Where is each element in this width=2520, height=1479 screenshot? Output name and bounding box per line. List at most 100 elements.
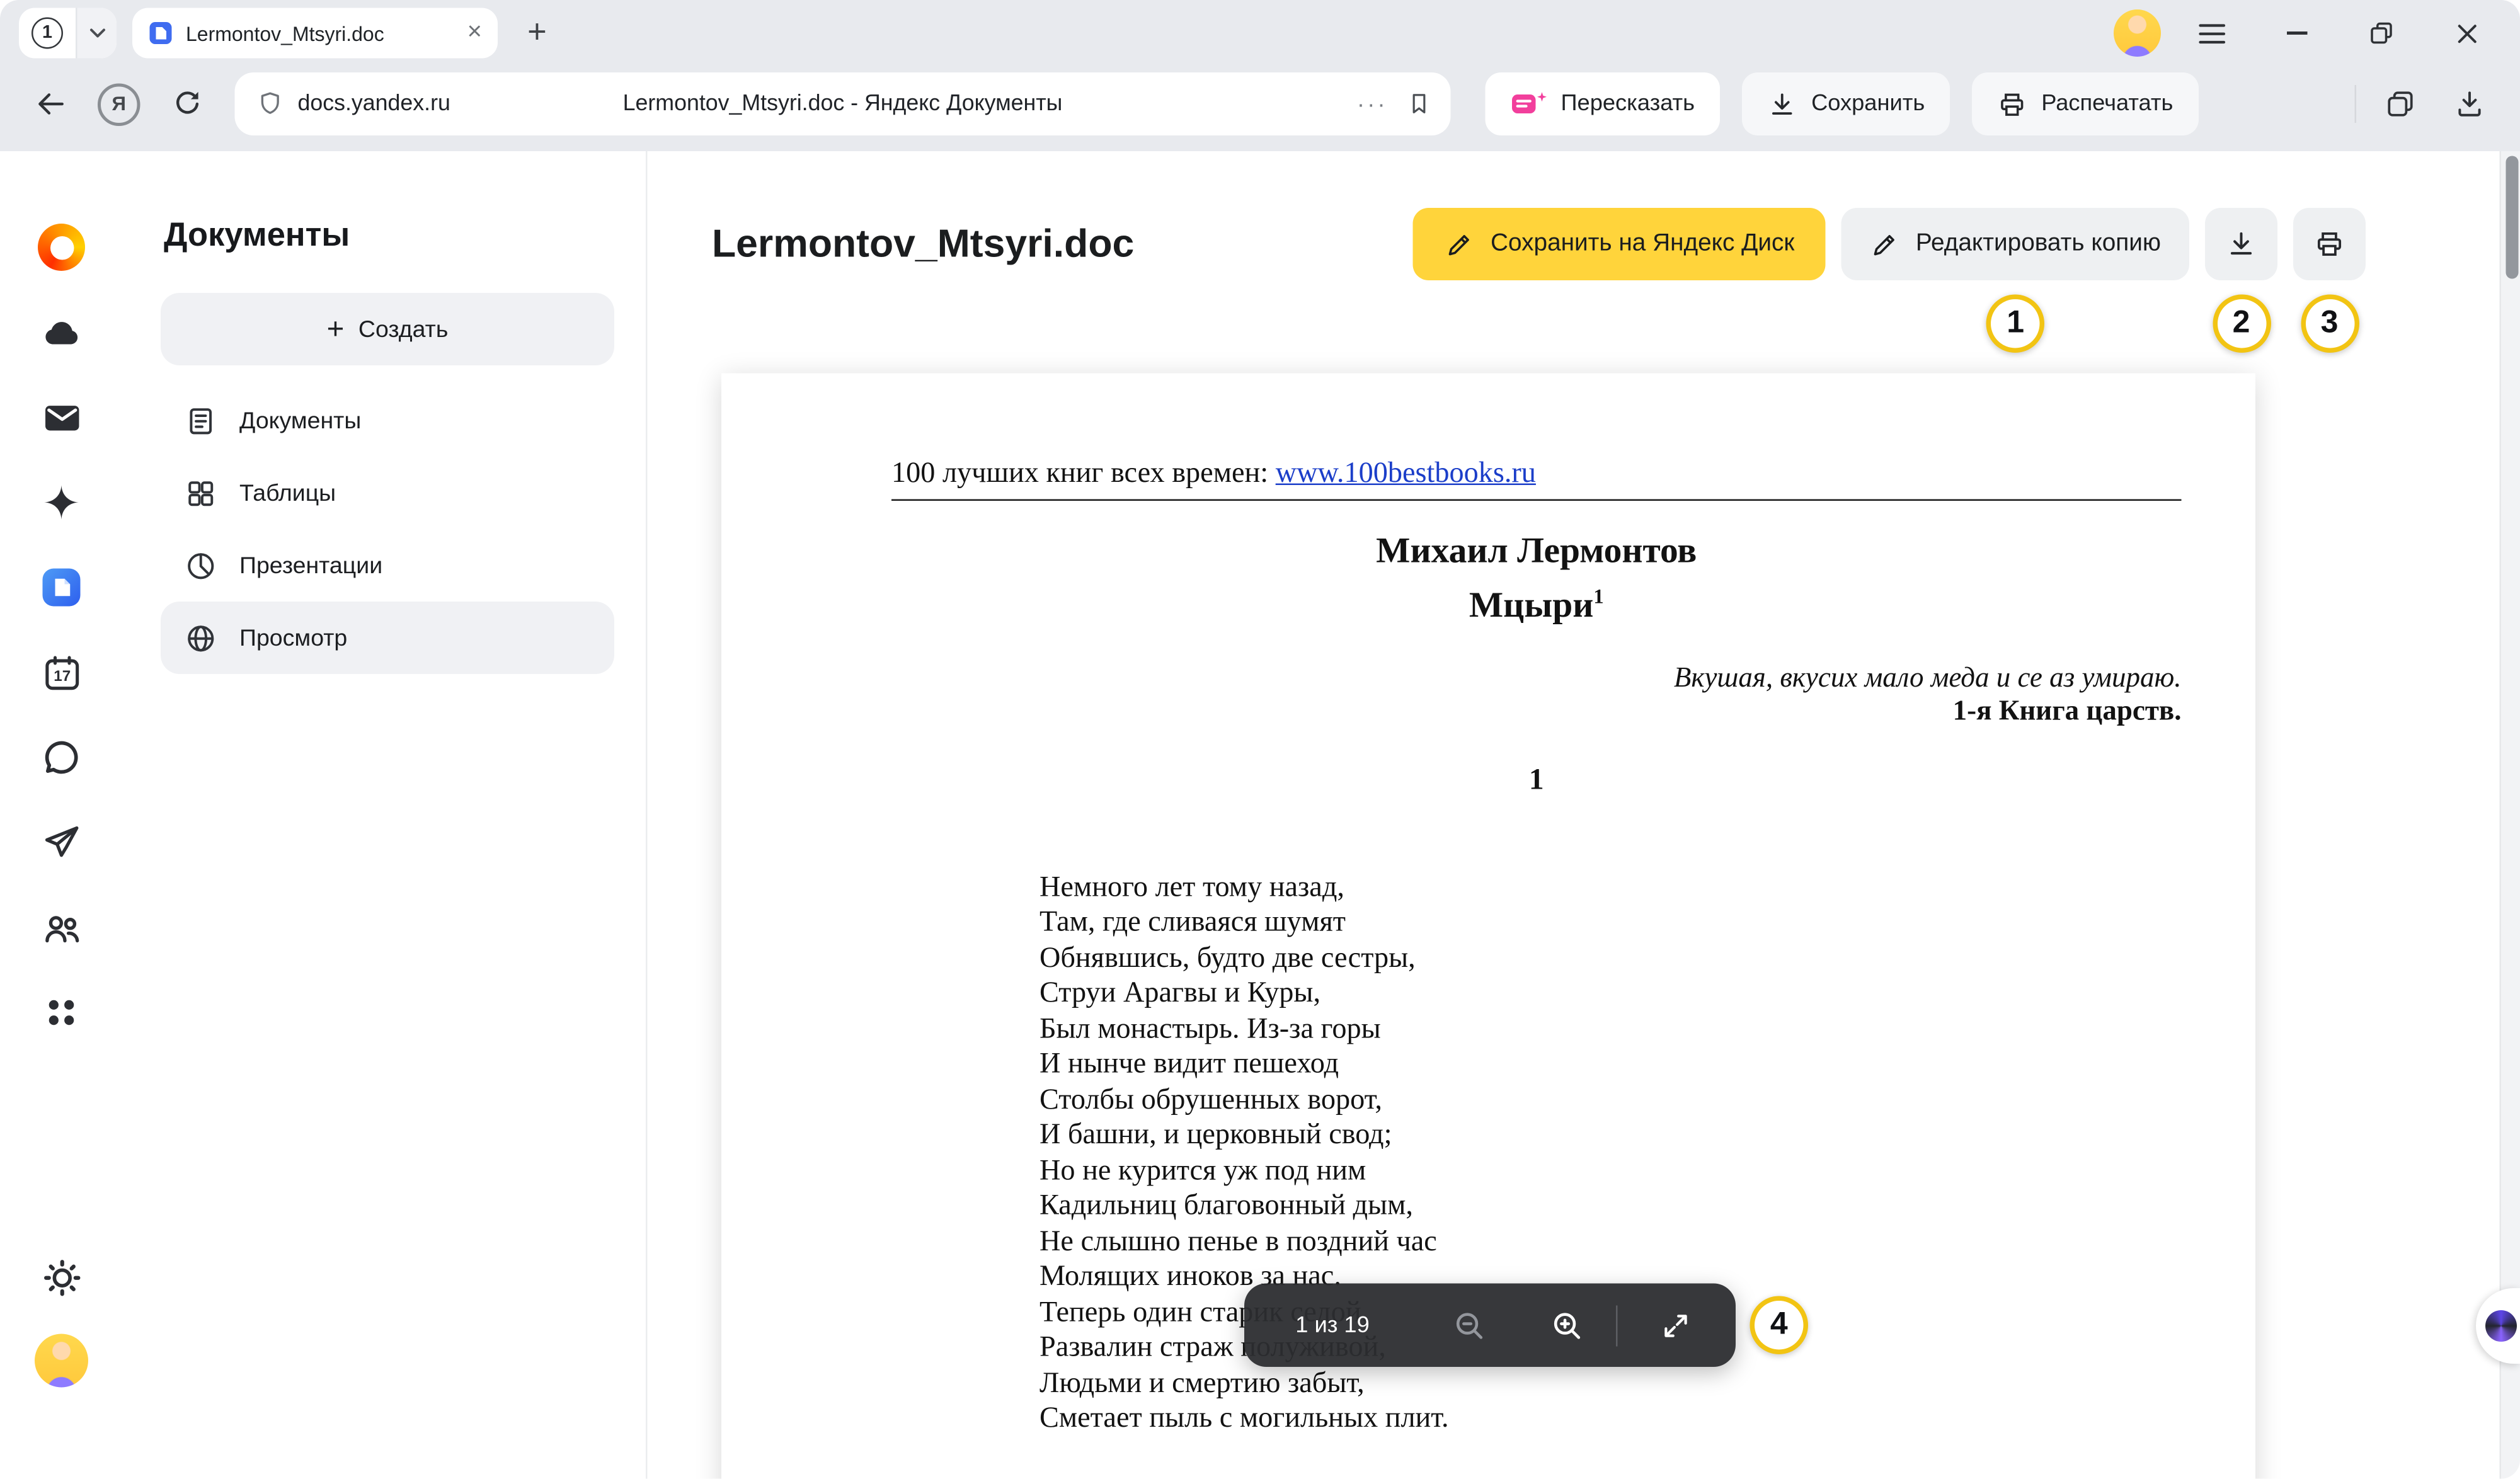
- calendar-day: 17: [53, 667, 70, 684]
- disk-button[interactable]: [30, 301, 93, 364]
- navigation-bar: Я docs.yandex.ru Lermontov_Mtsyri.doc - …: [0, 66, 2520, 151]
- back-button[interactable]: [25, 79, 76, 129]
- poem-line: Был монастырь. Из-за горы: [1040, 1012, 2182, 1048]
- edit-copy-label: Редактировать копию: [1916, 230, 2161, 258]
- summarize-button[interactable]: Пересказать: [1486, 72, 1721, 135]
- browser-window: 1 Lermontov_Mtsyri.doc × +: [0, 0, 2520, 1479]
- hamburger-icon: [2198, 23, 2225, 43]
- documents-sidebar: Документы + Создать Документы Таблицы Пр…: [123, 151, 648, 1479]
- documents-app-icon: [40, 566, 84, 610]
- collections-button[interactable]: [2375, 79, 2426, 129]
- mail-button[interactable]: [30, 386, 93, 449]
- zoom-in-icon: [1550, 1308, 1584, 1342]
- header-link[interactable]: www.100bestbooks.ru: [1276, 459, 1536, 490]
- restore-icon: [2371, 22, 2393, 44]
- downloads-tray-icon: [2454, 88, 2485, 120]
- shield-icon: [257, 90, 284, 118]
- poem-line: Сметает пыль с могильных плит.: [1040, 1402, 2182, 1437]
- all-services-button[interactable]: [30, 981, 93, 1044]
- gear-icon: [40, 1256, 83, 1299]
- back-arrow-icon: [33, 88, 68, 120]
- print-button[interactable]: Распечатать: [1972, 72, 2198, 135]
- calendar-icon: 17: [40, 651, 83, 694]
- globe-icon: [183, 621, 217, 654]
- minimize-button[interactable]: [2262, 8, 2331, 59]
- content-header: Lermontov_Mtsyri.doc Сохранить на Яндекс…: [648, 151, 2500, 280]
- page-title-in-address: Lermontov_Mtsyri.doc - Яндекс Документы: [623, 91, 1063, 117]
- zoom-in-button[interactable]: [1518, 1284, 1616, 1368]
- printer-icon: [1997, 89, 2027, 119]
- new-tab-button[interactable]: +: [513, 9, 561, 57]
- save-to-disk-button[interactable]: Сохранить на Яндекс Диск: [1414, 208, 1826, 280]
- messenger-button[interactable]: [30, 726, 93, 789]
- save-button[interactable]: Сохранить: [1742, 72, 1950, 135]
- tab-title: Lermontov_Mtsyri.doc: [186, 21, 455, 45]
- edit-copy-button[interactable]: Редактировать копию: [1841, 208, 2189, 280]
- document-icon: [183, 404, 217, 437]
- dzen-icon: [41, 482, 82, 523]
- callout-2: 2: [2212, 295, 2271, 353]
- sidebar-item-tables[interactable]: Таблицы: [161, 457, 614, 529]
- mail-icon: [40, 396, 83, 439]
- tab-counter-button[interactable]: 1: [19, 8, 117, 59]
- tab-close-icon[interactable]: ×: [467, 21, 482, 46]
- document-title: Lermontov_Mtsyri.doc: [712, 221, 1134, 267]
- page-indicator: 1 из 19: [1244, 1313, 1421, 1338]
- close-button[interactable]: [2432, 8, 2501, 59]
- maximize-button[interactable]: [2347, 8, 2416, 59]
- downloads-button[interactable]: [2444, 79, 2495, 129]
- fullscreen-button[interactable]: [1618, 1284, 1734, 1368]
- callout-1: 1: [1986, 295, 2045, 353]
- collections-icon: [2385, 88, 2416, 120]
- address-overflow-icon[interactable]: ···: [1357, 91, 1388, 118]
- poem-line: Кадильниц благовонный дым,: [1040, 1189, 2182, 1225]
- bookmark-icon[interactable]: [1407, 90, 1432, 118]
- address-bar[interactable]: docs.yandex.ru Lermontov_Mtsyri.doc - Ян…: [235, 72, 1451, 135]
- contacts-button[interactable]: [30, 896, 93, 959]
- poem-line: Обнявшись, будто две сестры,: [1040, 941, 2182, 976]
- save-to-disk-label: Сохранить на Яндекс Диск: [1491, 230, 1794, 258]
- tab-list-chevron-button[interactable]: [76, 8, 117, 59]
- yandex-logo-button[interactable]: Я: [98, 83, 140, 125]
- navbar-divider: [2355, 85, 2357, 123]
- browser-menu-button[interactable]: [2177, 8, 2246, 59]
- calendar-button[interactable]: 17: [30, 641, 93, 704]
- reload-icon: [172, 88, 203, 120]
- create-button[interactable]: + Создать: [161, 293, 614, 365]
- download-document-button[interactable]: [2205, 208, 2277, 280]
- document-header: 100 лучших книг всех времен: www.100best…: [891, 459, 2182, 501]
- pencil-icon: [1870, 229, 1900, 260]
- profile-avatar[interactable]: [2114, 9, 2161, 57]
- rail-bottom: [30, 1246, 93, 1479]
- download-icon: [2226, 229, 2257, 260]
- download-icon: [1767, 89, 1797, 119]
- dzen-button[interactable]: [30, 471, 93, 534]
- url-domain: docs.yandex.ru: [298, 91, 450, 117]
- summarize-icon: [1511, 90, 1547, 118]
- tables-icon: [183, 476, 217, 510]
- cloud-icon: [40, 311, 84, 355]
- reload-button[interactable]: [163, 79, 213, 129]
- header-buttons: Сохранить на Яндекс Диск Редактировать к…: [1414, 208, 2366, 280]
- poem-line: Людьми и смертию забыт,: [1040, 1366, 2182, 1402]
- yandex-start-button[interactable]: [30, 216, 93, 279]
- sidebar-item-viewer[interactable]: Просмотр: [161, 602, 614, 674]
- sidebar-item-presentations[interactable]: Презентации: [161, 529, 614, 602]
- poem-line: Там, где сливаяся шумят: [1040, 906, 2182, 941]
- print-document-button[interactable]: [2293, 208, 2366, 280]
- documents-app-button[interactable]: [30, 556, 93, 619]
- scrollbar-thumb[interactable]: [2505, 156, 2517, 279]
- alice-avatar[interactable]: [35, 1334, 88, 1388]
- pie-chart-icon: [183, 549, 217, 582]
- active-tab[interactable]: Lermontov_Mtsyri.doc ×: [132, 8, 498, 59]
- summarize-label: Пересказать: [1561, 91, 1695, 117]
- settings-button[interactable]: [30, 1246, 93, 1309]
- tab-count-zone: 1: [19, 18, 76, 49]
- page-scrollbar[interactable]: [2500, 151, 2520, 1479]
- telemost-button[interactable]: [30, 811, 93, 874]
- zoom-out-icon: [1452, 1308, 1487, 1342]
- sidebar-item-label: Просмотр: [239, 624, 347, 651]
- sidebar-item-documents[interactable]: Документы: [161, 384, 614, 457]
- section-number: 1: [891, 763, 2182, 798]
- zoom-out-button[interactable]: [1421, 1284, 1518, 1368]
